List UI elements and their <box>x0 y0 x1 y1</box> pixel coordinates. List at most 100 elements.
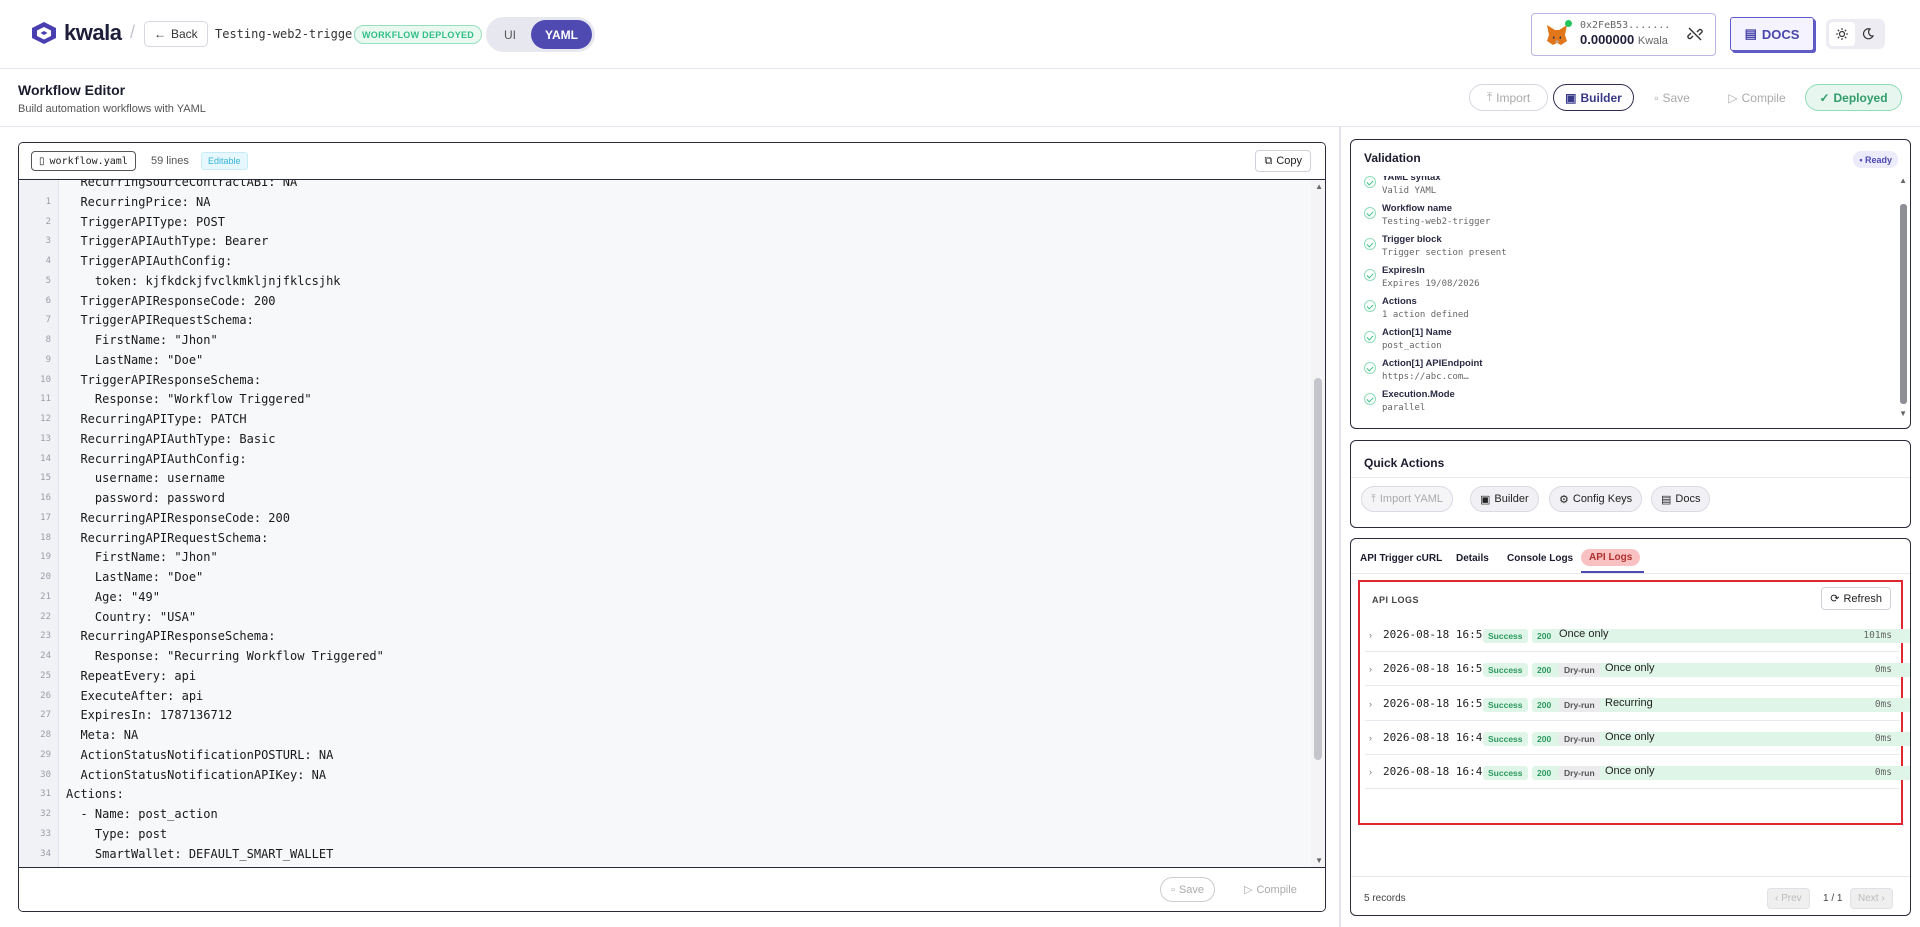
import-button[interactable]: ⤒ Import <box>1469 84 1548 111</box>
validation-item: Trigger block Trigger section present <box>1351 232 1899 263</box>
back-button[interactable]: ← Back <box>144 21 208 47</box>
refresh-button[interactable]: ⟳ Refresh <box>1821 587 1891 610</box>
code-line[interactable]: 19 FirstName: "Jhon" <box>19 547 1309 567</box>
tab-details[interactable]: Details <box>1456 553 1489 564</box>
code-line[interactable]: 26 ExecuteAfter: api <box>19 686 1309 706</box>
code-line[interactable]: 7 TriggerAPIRequestSchema: <box>19 310 1309 330</box>
code-line[interactable]: 11 Response: "Workflow Triggered" <box>19 389 1309 409</box>
code-line[interactable]: 14 RecurringAPIAuthConfig: <box>19 449 1309 469</box>
chevron-right-icon[interactable]: › <box>1369 767 1372 777</box>
arrow-left-icon: ← <box>154 27 166 41</box>
compile-button[interactable]: ▷ Compile <box>1717 84 1797 111</box>
prev-page-button[interactable]: ‹ Prev <box>1767 888 1810 909</box>
log-row[interactable]: › 2026-08-18 16:48 Success 200 Dry-run Once o… <box>1365 721 1910 755</box>
scroll-up-icon[interactable]: ▲ <box>1315 182 1323 191</box>
log-duration: 0ms <box>1874 698 1892 710</box>
line-number: 24 <box>40 651 51 661</box>
code-line[interactable]: 8 FirstName: "Jhon" <box>19 330 1309 350</box>
moon-icon[interactable] <box>1855 22 1881 46</box>
dry-run-badge: Dry-run <box>1559 766 1600 781</box>
code-line[interactable]: 13 RecurringAPIAuthType: Basic <box>19 429 1309 449</box>
code-line[interactable]: 9 LastName: "Doe" <box>19 350 1309 370</box>
sun-icon[interactable] <box>1829 22 1855 46</box>
editor-scrollbar[interactable]: ▲ ▼ <box>1311 180 1325 867</box>
kwala-logo[interactable]: kwala <box>30 20 122 46</box>
log-row[interactable]: › 2026-08-18 16:48 Success 200 Dry-run Once o… <box>1365 755 1910 790</box>
code-line[interactable]: 4 TriggerAPIAuthConfig: <box>19 251 1309 271</box>
mode-ui-option[interactable]: UI <box>489 20 531 49</box>
code-line[interactable]: 32 - Name: post_action <box>19 804 1309 824</box>
file-name: workflow.yaml <box>49 155 128 167</box>
builder-button[interactable]: ▣ Builder <box>1553 84 1634 111</box>
copy-button[interactable]: ⧉ Copy <box>1255 150 1311 172</box>
log-type: Recurring <box>1605 696 1653 709</box>
code-line[interactable]: 27 ExpiresIn: 1787136712 <box>19 705 1309 725</box>
unlink-icon[interactable] <box>1687 26 1703 42</box>
tab-api-logs[interactable]: API Logs <box>1581 549 1641 566</box>
docs-button[interactable]: ▤ DOCS <box>1730 17 1814 51</box>
scroll-down-icon[interactable]: ▼ <box>1899 409 1907 418</box>
editor-save-button[interactable]: ▫ Save <box>1160 877 1215 902</box>
log-row[interactable]: › 2026-08-18 16:53 Success 200 Dry-run Once o… <box>1365 652 1910 687</box>
editor-scrollbar-thumb[interactable] <box>1314 378 1322 760</box>
config-keys-button[interactable]: ⚙ Config Keys <box>1549 486 1643 512</box>
wallet-widget[interactable]: 0x2FeB53....... 0.000000 Kwala <box>1531 13 1716 56</box>
code-line[interactable]: 25 RepeatEvery: api <box>19 666 1309 686</box>
code-line[interactable]: 22 Country: "USA" <box>19 607 1309 627</box>
save-icon: ▫ <box>1171 883 1175 896</box>
code-line[interactable]: 15 username: username <box>19 468 1309 488</box>
code-line[interactable]: 3 TriggerAPIAuthType: Bearer <box>19 231 1309 251</box>
code-line[interactable]: 16 password: password <box>19 488 1309 508</box>
scroll-down-icon[interactable]: ▼ <box>1315 856 1323 865</box>
validation-item: Workflow name Testing-web2-trigger <box>1351 201 1899 232</box>
code-line[interactable]: 24 Response: "Recurring Workflow Trigger… <box>19 646 1309 666</box>
quick-actions-title: Quick Actions <box>1364 456 1445 470</box>
code-line[interactable]: 12 RecurringAPIType: PATCH <box>19 409 1309 429</box>
code-line[interactable]: 29 ActionStatusNotificationPOSTURL: NA <box>19 745 1309 765</box>
panel-splitter[interactable] <box>1339 127 1341 927</box>
import-yaml-button[interactable]: ⤒ Import YAML <box>1361 486 1454 512</box>
validation-scrollbar-thumb[interactable] <box>1900 204 1907 404</box>
file-chip: ▯ workflow.yaml <box>31 151 136 171</box>
code-line[interactable]: 1 RecurringPrice: NA <box>19 192 1309 212</box>
next-page-button[interactable]: Next › <box>1850 888 1893 909</box>
code-line[interactable]: 6 TriggerAPIResponseCode: 200 <box>19 291 1309 311</box>
qa-docs-button[interactable]: ▤ Docs <box>1651 486 1711 512</box>
code-line[interactable]: 23 RecurringAPIResponseSchema: <box>19 626 1309 646</box>
code-line[interactable]: 10 TriggerAPIResponseSchema: <box>19 370 1309 390</box>
log-duration: 0ms <box>1874 767 1892 779</box>
code-line[interactable]: 5 token: kjfkdckjfvclkmkljnjfklcsjhk <box>19 271 1309 291</box>
code-line[interactable]: 17 RecurringAPIResponseCode: 200 <box>19 508 1309 528</box>
validation-item-desc: https://abc.com… <box>1382 372 1469 382</box>
code-line[interactable]: RecurringSourceContractABI: NA <box>19 180 1309 192</box>
editor-compile-button[interactable]: ▷ Compile <box>1234 877 1307 902</box>
code-line[interactable]: 18 RecurringAPIRequestSchema: <box>19 528 1309 548</box>
code-line[interactable]: 30 ActionStatusNotificationAPIKey: NA <box>19 765 1309 785</box>
chevron-right-icon[interactable]: › <box>1369 699 1372 709</box>
chevron-right-icon[interactable]: › <box>1369 630 1372 640</box>
tab-console-logs[interactable]: Console Logs <box>1507 553 1573 564</box>
code-line[interactable]: 31 Actions: <box>19 784 1309 804</box>
validation-item-name: Execution.Mode <box>1382 389 1455 400</box>
log-row[interactable]: › 2026-08-18 16:54 Success 200 Once only 101m… <box>1365 618 1910 652</box>
scroll-up-icon[interactable]: ▲ <box>1899 176 1907 185</box>
code-line[interactable]: 33 Type: post <box>19 824 1309 844</box>
mode-yaml-option[interactable]: YAML <box>531 20 592 49</box>
deployed-button[interactable]: ✓ Deployed <box>1805 84 1902 111</box>
save-button[interactable]: ▫ Save <box>1641 84 1703 111</box>
line-number: 5 <box>45 275 51 286</box>
log-row[interactable]: › 2026-08-18 16:51 Success 200 Dry-run Recurr… <box>1365 687 1910 721</box>
code-area[interactable]: RecurringSourceContractABI: NA 1 Recurrin… <box>19 180 1309 867</box>
code-line[interactable]: 20 LastName: "Doe" <box>19 567 1309 587</box>
code-line[interactable]: 28 Meta: NA <box>19 725 1309 745</box>
qa-builder-button[interactable]: ▣ Builder <box>1470 486 1539 512</box>
line-number: 16 <box>40 493 51 503</box>
tab-api-trigger-curl[interactable]: API Trigger cURL <box>1360 553 1442 564</box>
code-line[interactable]: 21 Age: "49" <box>19 587 1309 607</box>
validation-scrollbar[interactable]: ▲ ▼ <box>1898 176 1909 418</box>
chevron-right-icon[interactable]: › <box>1369 733 1372 743</box>
line-number: 25 <box>40 670 51 681</box>
code-line[interactable]: 34 SmartWallet: DEFAULT_SMART_WALLET <box>19 844 1309 864</box>
chevron-right-icon[interactable]: › <box>1369 664 1372 674</box>
code-line[interactable]: 2 TriggerAPIType: POST <box>19 212 1309 232</box>
